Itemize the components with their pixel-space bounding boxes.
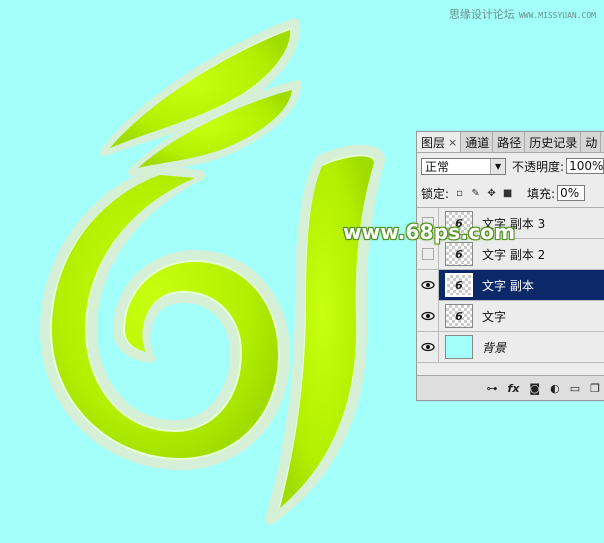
tab-paths-label: 路径	[497, 136, 522, 150]
layer-thumbnail: 6	[445, 304, 473, 328]
new-layer-icon[interactable]: ❐	[590, 382, 600, 395]
layer-name: 文字	[482, 309, 507, 324]
folder-icon[interactable]: ▭	[570, 382, 580, 395]
tab-paths[interactable]: 路径	[493, 132, 526, 152]
tab-history-label: 历史记录	[529, 136, 578, 150]
layer-name: 文字 副本 2	[482, 247, 546, 262]
layer-thumbnail	[445, 335, 473, 359]
fill-field[interactable]: 0%	[557, 185, 586, 201]
tab-history[interactable]: 历史记录	[525, 132, 582, 152]
tab-layers-label: 图层	[421, 136, 446, 150]
tab-actions-label: 动	[585, 136, 598, 150]
layer-thumbnail: 6	[445, 273, 473, 297]
tab-actions[interactable]: 动	[581, 132, 602, 152]
blend-mode-select[interactable]: 正常 ▼	[421, 157, 507, 175]
lock-transparent-icon[interactable]: ▫	[454, 188, 465, 199]
site-watermark-center: www.68ps.com	[343, 220, 516, 244]
link-icon[interactable]: ⊶	[487, 382, 498, 395]
tab-channels[interactable]: 通道	[461, 132, 494, 152]
layer-row[interactable]: 背景	[417, 331, 604, 363]
panel-footer: ⊶ fx ◙ ◐ ▭ ❐	[417, 375, 604, 400]
opacity-label: 不透明度:	[512, 159, 565, 174]
eye-icon[interactable]	[420, 311, 435, 321]
chevron-down-icon[interactable]: ▼	[490, 158, 506, 174]
layer-row[interactable]: 6 文字	[417, 300, 604, 332]
visibility-toggle[interactable]	[417, 331, 439, 363]
tab-layers[interactable]: 图层 ×	[417, 132, 462, 152]
layer-name: 背景	[482, 340, 507, 355]
lock-all-icon[interactable]: ■	[502, 188, 513, 199]
mask-icon[interactable]: ◙	[529, 382, 540, 395]
blend-mode-value: 正常	[425, 159, 450, 174]
eye-icon[interactable]	[420, 342, 435, 352]
layers-panel: 图层 × 通道 路径 历史记录 动 正常 ▼ 不透明度: 100% 锁定: ▫ ✎…	[416, 131, 604, 401]
fx-icon[interactable]: fx	[508, 382, 520, 395]
close-icon[interactable]: ×	[448, 135, 457, 151]
lock-label: 锁定:	[421, 186, 450, 201]
swirl-shape	[40, 165, 290, 470]
blend-opacity-row: 正常 ▼ 不透明度: 100%	[417, 153, 604, 179]
visibility-toggle[interactable]	[417, 269, 439, 301]
visibility-toggle[interactable]	[417, 300, 439, 332]
tab-channels-label: 通道	[465, 136, 490, 150]
fill-label: 填充:	[527, 186, 556, 201]
hidden-eye-icon[interactable]	[421, 248, 434, 260]
layer-row-selected[interactable]: 6 文字 副本	[417, 269, 604, 301]
adjustment-icon[interactable]: ◐	[550, 382, 560, 395]
opacity-field[interactable]: 100%	[566, 158, 604, 174]
lock-move-icon[interactable]: ✥	[486, 188, 497, 199]
eye-icon[interactable]	[420, 280, 435, 290]
layer-name: 文字 副本	[482, 278, 534, 293]
panel-tabs: 图层 × 通道 路径 历史记录 动	[417, 132, 604, 153]
lock-fill-row: 锁定: ▫ ✎ ✥ ■ 填充: 0%	[417, 179, 604, 208]
lock-brush-icon[interactable]: ✎	[470, 188, 481, 199]
layer-thumbnail: 6	[445, 242, 473, 266]
